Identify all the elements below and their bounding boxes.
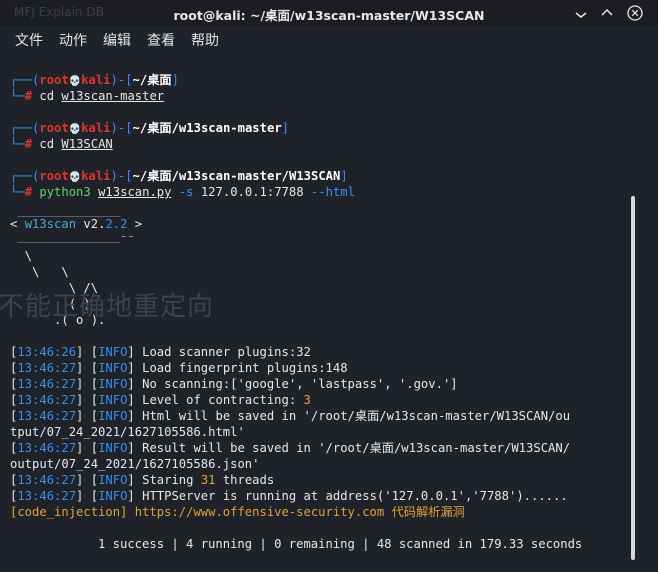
watermark-text: 不能正确地重定向 (0, 292, 215, 322)
log-line: [13:46:27] [INFO] Load fingerprint plugi… (10, 361, 348, 375)
banner-art: \ (10, 249, 33, 263)
log-line: [13:46:27] [INFO] Staring 31 threads (10, 473, 275, 487)
log-line: [13:46:27] [INFO] HTTPServer is running … (10, 489, 568, 503)
command-line: └─# python3 w13scan.py -s 127.0.0.1:7788… (10, 185, 355, 199)
prompt-line: ┌──(root💀kali)-[~/桌面] (10, 73, 179, 87)
menu-bar: 文件 动作 编辑 查看 帮助 (0, 26, 658, 54)
menu-help[interactable]: 帮助 (191, 30, 219, 50)
log-line: output/07_24_2021/1627105586.json' (10, 457, 260, 471)
log-line: tput/07_24_2021/1627105586.html' (10, 425, 245, 439)
command-line: └─# cd w13scan-master (10, 89, 165, 103)
log-line: [13:46:27] [INFO] Level of contracting: … (10, 393, 311, 407)
banner-art: \ \ (10, 265, 69, 279)
menu-action[interactable]: 动作 (59, 30, 87, 50)
log-line: [13:46:27] [INFO] No scanning:['google',… (10, 377, 458, 391)
window-title: root@kali: ~/桌面/w13scan-master/W13SCAN (173, 8, 485, 23)
menu-view[interactable]: 查看 (147, 30, 175, 50)
terminal-area[interactable]: ┌──(root💀kali)-[~/桌面] └─# cd w13scan-mas… (0, 54, 642, 572)
close-icon[interactable] (626, 4, 644, 22)
menu-file[interactable]: 文件 (15, 30, 43, 50)
log-line: [13:46:27] [INFO] Html will be saved in … (10, 409, 571, 423)
maximize-icon[interactable] (598, 4, 616, 22)
status-line: 1 success | 4 running | 0 remaining | 48… (98, 537, 583, 551)
prompt-line: ┌──(root💀kali)-[~/桌面/w13scan-master/W13S… (10, 169, 348, 183)
command-line: └─# cd W13SCAN (10, 137, 113, 151)
title-bar: MFJ Explain DB root@kali: ~/桌面/w13scan-m… (0, 0, 658, 26)
log-line: [13:46:26] [INFO] Load scanner plugins:3… (10, 345, 311, 359)
log-line: [13:46:27] [INFO] Result will be saved i… (10, 441, 571, 455)
finding-line: [code_injection] https://www.offensive-s… (10, 505, 465, 519)
minimize-icon[interactable] (572, 4, 590, 22)
menu-edit[interactable]: 编辑 (103, 30, 131, 50)
banner-bottom: ______________-- (10, 229, 135, 243)
scrollbar-thumb[interactable] (631, 196, 635, 560)
prompt-line: ┌──(root💀kali)-[~/桌面/w13scan-master] (10, 121, 290, 135)
